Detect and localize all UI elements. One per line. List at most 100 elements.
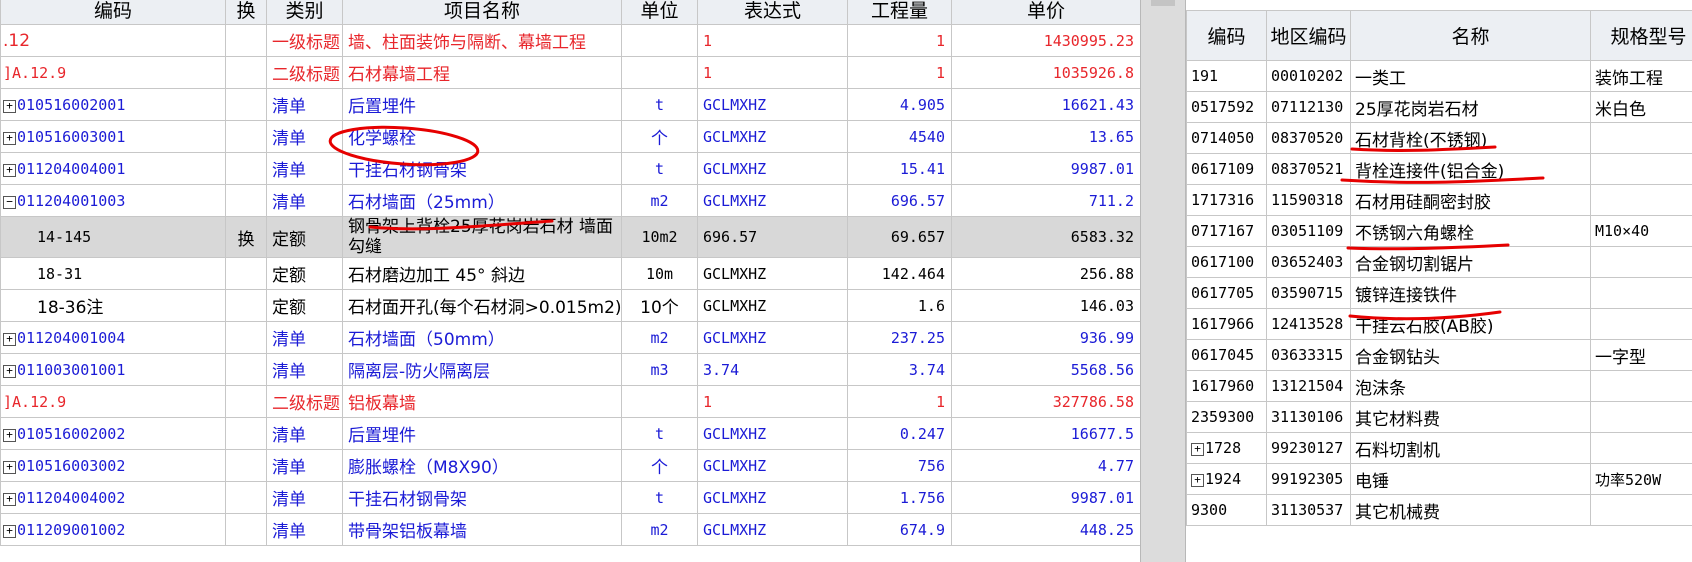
splitter-grip[interactable] xyxy=(1151,0,1175,6)
resource-row[interactable]: +1728 99230127 石料切割机 xyxy=(1186,432,1692,464)
row-code[interactable]: +011209001002 xyxy=(0,513,226,546)
resource-row[interactable]: 191 00010202 一类工 装饰工程 xyxy=(1186,60,1692,92)
row-item-name[interactable]: 石材面开孔(每个石材洞>0.015m2) xyxy=(342,289,622,322)
row-category[interactable]: 定额 xyxy=(266,216,343,258)
res-spec[interactable]: 一字型 xyxy=(1590,339,1692,371)
row-unit-price[interactable]: 9987.01 xyxy=(951,152,1141,185)
row-category[interactable]: 清单 xyxy=(266,513,343,546)
table-row[interactable]: +011209001002 清单 带骨架铝板幕墙 m2 GCLMXHZ 674.… xyxy=(0,513,1141,546)
row-category[interactable]: 二级标题 xyxy=(266,385,343,418)
row-quantity[interactable]: 1.6 xyxy=(847,289,952,322)
res-area-code[interactable]: 11590318 xyxy=(1266,184,1351,216)
row-quantity[interactable]: 674.9 xyxy=(847,513,952,546)
row-code[interactable]: +011204001004 xyxy=(0,321,226,354)
table-row[interactable]: 18-31 定额 石材磨边加工 45° 斜边 10m GCLMXHZ 142.4… xyxy=(0,257,1141,290)
resource-row[interactable]: 1617966 12413528 干挂云石胶(AB胶) xyxy=(1186,308,1692,340)
row-item-name[interactable]: 钢骨架上背栓25厚花岗岩石材 墙面勾缝 xyxy=(342,216,622,258)
res-area-code[interactable]: 03633315 xyxy=(1266,339,1351,371)
res-spec[interactable] xyxy=(1590,432,1692,464)
res-spec[interactable] xyxy=(1590,122,1692,154)
row-swap[interactable] xyxy=(225,417,267,450)
row-expression[interactable]: GCLMXHZ xyxy=(697,184,848,217)
row-swap[interactable]: 换 xyxy=(225,216,267,258)
row-item-name[interactable]: 铝板幕墙 xyxy=(342,385,622,418)
row-item-name[interactable]: 隔离层-防火隔离层 xyxy=(342,353,622,386)
res-spec[interactable] xyxy=(1590,184,1692,216)
row-expression[interactable]: GCLMXHZ xyxy=(697,289,848,322)
row-code[interactable]: +011003001001 xyxy=(0,353,226,386)
row-unit[interactable]: m2 xyxy=(621,184,698,217)
res-code[interactable]: 1617966 xyxy=(1186,308,1267,340)
row-unit[interactable]: m2 xyxy=(621,513,698,546)
resource-row[interactable]: 1717316 11590318 石材用硅酮密封胶 xyxy=(1186,184,1692,216)
row-swap[interactable] xyxy=(225,321,267,354)
row-unit[interactable]: 10m2 xyxy=(621,216,698,258)
row-unit-price[interactable]: 16621.43 xyxy=(951,88,1141,121)
row-unit-price[interactable]: 936.99 xyxy=(951,321,1141,354)
row-unit-price[interactable]: 327786.58 xyxy=(951,385,1141,418)
res-area-code[interactable]: 08370520 xyxy=(1266,122,1351,154)
expand-icon[interactable]: + xyxy=(1191,474,1204,487)
table-row[interactable]: +010516003002 清单 膨胀螺栓（M8X90） 个 GCLMXHZ 7… xyxy=(0,449,1141,482)
res-name[interactable]: 电锤 xyxy=(1350,463,1591,495)
row-code[interactable]: ]A.12.9 xyxy=(0,56,226,89)
table-row[interactable]: +010516003001 清单 化学螺栓 个 GCLMXHZ 4540 13.… xyxy=(0,120,1141,153)
expand-icon[interactable]: + xyxy=(3,524,16,538)
col-header-code[interactable]: 编码 xyxy=(0,0,226,25)
res-spec[interactable] xyxy=(1590,246,1692,278)
res-code[interactable]: 0714050 xyxy=(1186,122,1267,154)
row-item-name[interactable]: 带骨架铝板幕墙 xyxy=(342,513,622,546)
resource-row[interactable]: 0617705 03590715 镀锌连接铁件 xyxy=(1186,277,1692,309)
row-unit[interactable]: t xyxy=(621,88,698,121)
row-category[interactable]: 定额 xyxy=(266,257,343,290)
row-unit[interactable]: m3 xyxy=(621,353,698,386)
res-spec[interactable] xyxy=(1590,277,1692,309)
row-item-name[interactable]: 石材幕墙工程 xyxy=(342,56,622,89)
resource-row[interactable]: 0517592 07112130 25厚花岗岩石材 米白色 xyxy=(1186,91,1692,123)
res-spec[interactable] xyxy=(1590,153,1692,185)
row-quantity[interactable]: 756 xyxy=(847,449,952,482)
table-row[interactable]: 18-36注 定额 石材面开孔(每个石材洞>0.015m2) 10个 GCLMX… xyxy=(0,289,1141,322)
row-unit[interactable]: t xyxy=(621,481,698,514)
resource-row[interactable]: +1924 99192305 电锤 功率520W xyxy=(1186,463,1692,495)
res-name[interactable]: 镀锌连接铁件 xyxy=(1350,277,1591,309)
row-swap[interactable] xyxy=(225,88,267,121)
row-unit-price[interactable]: 9987.01 xyxy=(951,481,1141,514)
res-name[interactable]: 其它材料费 xyxy=(1350,401,1591,433)
table-row[interactable]: −011204001003 清单 石材墙面（25mm） m2 GCLMXHZ 6… xyxy=(0,184,1141,217)
res-code[interactable]: 1717316 xyxy=(1186,184,1267,216)
row-unit[interactable] xyxy=(621,24,698,57)
row-expression[interactable]: 696.57 xyxy=(697,216,848,258)
res-name[interactable]: 石材背栓(不锈钢) xyxy=(1350,122,1591,154)
row-item-name[interactable]: 化学螺栓 xyxy=(342,120,622,153)
row-category[interactable]: 二级标题 xyxy=(266,56,343,89)
res-code[interactable]: 9300 xyxy=(1186,494,1267,526)
res-name[interactable]: 一类工 xyxy=(1350,60,1591,92)
row-unit[interactable]: 个 xyxy=(621,449,698,482)
row-code[interactable]: ]A.12.9 xyxy=(0,385,226,418)
row-unit[interactable]: t xyxy=(621,152,698,185)
res-name[interactable]: 其它机械费 xyxy=(1350,494,1591,526)
row-expression[interactable]: GCLMXHZ xyxy=(697,257,848,290)
table-row[interactable]: +011204004002 清单 干挂石材钢骨架 t GCLMXHZ 1.756… xyxy=(0,481,1141,514)
row-category[interactable]: 清单 xyxy=(266,120,343,153)
row-category[interactable]: 清单 xyxy=(266,152,343,185)
col-header-category[interactable]: 类别 xyxy=(266,0,343,25)
row-quantity[interactable]: 69.657 xyxy=(847,216,952,258)
row-quantity[interactable]: 142.464 xyxy=(847,257,952,290)
row-swap[interactable] xyxy=(225,513,267,546)
expand-icon[interactable]: + xyxy=(3,332,16,346)
row-swap[interactable] xyxy=(225,184,267,217)
res-name[interactable]: 25厚花岗岩石材 xyxy=(1350,91,1591,123)
row-unit[interactable] xyxy=(621,385,698,418)
row-unit-price[interactable]: 448.25 xyxy=(951,513,1141,546)
res-area-code[interactable]: 07112130 xyxy=(1266,91,1351,123)
row-item-name[interactable]: 石材墙面（50mm） xyxy=(342,321,622,354)
row-unit[interactable]: 10个 xyxy=(621,289,698,322)
res-area-code[interactable]: 03051109 xyxy=(1266,215,1351,247)
row-swap[interactable] xyxy=(225,152,267,185)
res-code[interactable]: 2359300 xyxy=(1186,401,1267,433)
row-unit-price[interactable]: 6583.32 xyxy=(951,216,1141,258)
row-quantity[interactable]: 1 xyxy=(847,56,952,89)
res-spec[interactable] xyxy=(1590,370,1692,402)
